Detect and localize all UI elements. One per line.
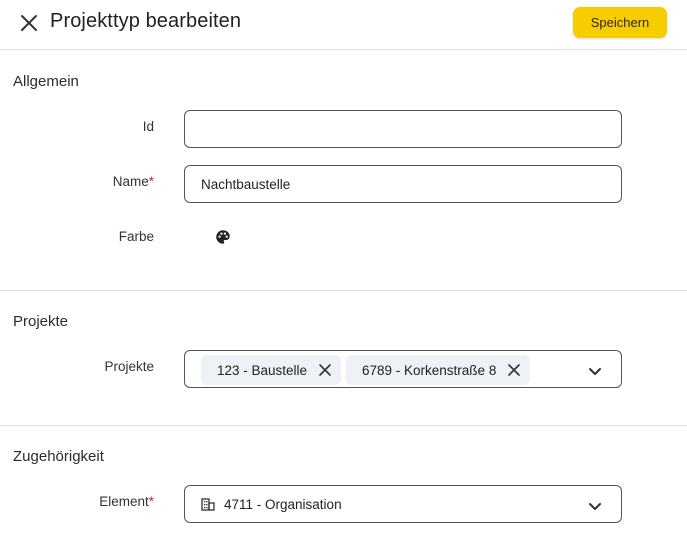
- section-title-projekte: Projekte: [13, 313, 69, 330]
- chevron-down-icon[interactable]: [588, 499, 602, 510]
- project-chip: 6789 - Korkenstraße 8: [346, 355, 530, 385]
- chevron-down-icon[interactable]: [588, 364, 602, 375]
- building-icon: [201, 498, 215, 511]
- id-label: Id: [142, 119, 154, 134]
- required-marker: *: [148, 174, 154, 189]
- element-label: Element*: [99, 494, 154, 509]
- name-field-value: Nachtbaustelle: [201, 177, 291, 192]
- name-field[interactable]: Nachtbaustelle: [184, 165, 622, 203]
- required-marker: *: [148, 494, 154, 509]
- section-title-zugehoerigkeit: Zugehörigkeit: [13, 448, 104, 465]
- dialog-header: Projekttyp bearbeiten Speichern: [0, 0, 687, 50]
- project-chip-label: 123 - Baustelle: [217, 362, 308, 378]
- projekte-multiselect[interactable]: 123 - Baustelle 6789 - Korkenstraße 8: [184, 350, 622, 388]
- element-select-value: 4711 - Organisation: [224, 497, 342, 512]
- farbe-label: Farbe: [118, 229, 154, 244]
- remove-chip-icon[interactable]: [318, 363, 332, 377]
- save-button[interactable]: Speichern: [573, 7, 667, 38]
- project-chip: 123 - Baustelle: [201, 355, 341, 385]
- page-title: Projekttyp bearbeiten: [50, 10, 242, 32]
- divider: [0, 290, 687, 291]
- close-icon[interactable]: [17, 11, 41, 35]
- element-select[interactable]: 4711 - Organisation: [184, 485, 622, 523]
- palette-icon[interactable]: [214, 228, 232, 246]
- remove-chip-icon[interactable]: [507, 363, 521, 377]
- section-title-allgemein: Allgemein: [13, 73, 79, 90]
- project-chip-label: 6789 - Korkenstraße 8: [362, 362, 497, 378]
- divider: [0, 425, 687, 426]
- projekte-label: Projekte: [104, 359, 154, 374]
- name-label: Name*: [112, 174, 154, 189]
- id-field[interactable]: [184, 110, 622, 148]
